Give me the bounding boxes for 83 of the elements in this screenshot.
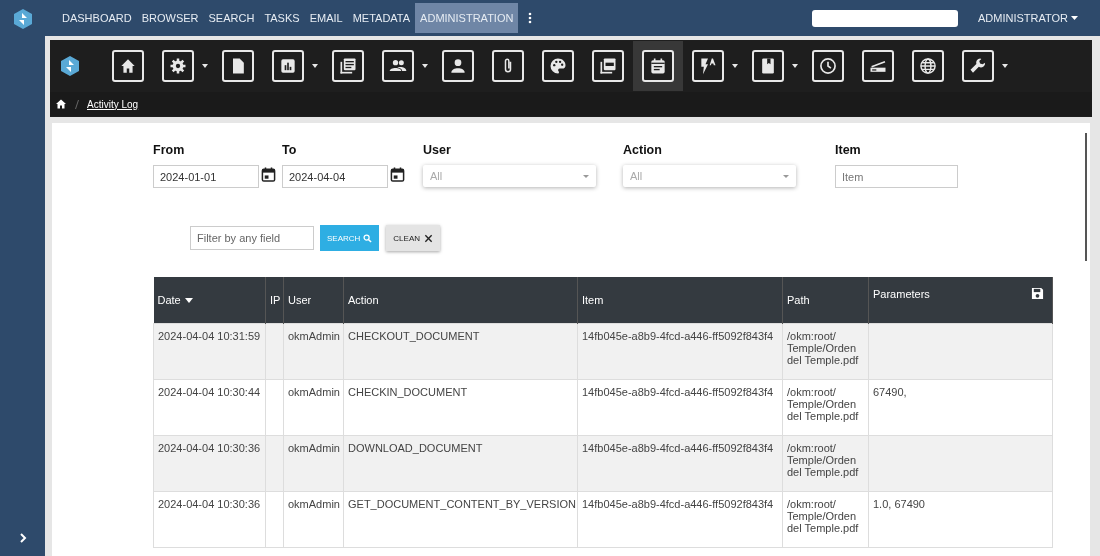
column-header[interactable]: Date <box>153 277 266 324</box>
calendar-icon[interactable] <box>390 167 405 182</box>
table-cell: 14fb045e-a8b9-4fcd-a446-ff5092f843f4 <box>582 442 774 454</box>
logo-icon <box>12 9 33 29</box>
caret-icon[interactable] <box>1071 16 1078 20</box>
gear-icon[interactable] <box>162 50 194 82</box>
table-cell: 67490, <box>873 386 907 398</box>
save-icon[interactable] <box>1031 287 1044 300</box>
caret-icon[interactable] <box>422 64 428 68</box>
field-label: Item <box>835 143 862 157</box>
table-cell: okmAdmin <box>288 498 340 510</box>
table-cell: 2024-04-04 10:30:44 <box>158 386 261 398</box>
nav-tab[interactable]: BROWSER <box>136 3 204 33</box>
close-icon[interactable] <box>424 233 434 243</box>
scrollbar[interactable] <box>1085 133 1087 261</box>
user-icon[interactable] <box>442 50 474 82</box>
scanner-icon[interactable] <box>862 50 894 82</box>
field-label: To <box>282 143 298 157</box>
table-cell: /okm:root/Temple/Orden del Temple.pdf <box>787 330 859 366</box>
column-header[interactable]: User <box>283 277 344 324</box>
table-cell: okmAdmin <box>288 442 340 454</box>
wrench-icon[interactable] <box>962 50 994 82</box>
nav-tab[interactable]: TASKS <box>259 3 305 33</box>
date-field[interactable]: 2024-04-04 <box>282 165 388 188</box>
table-cell: DOWNLOAD_DOCUMENT <box>348 442 483 454</box>
table-cell: /okm:root/Temple/Orden del Temple.pdf <box>787 386 859 422</box>
table-cell: /okm:root/Temple/Orden del Temple.pdf <box>787 442 859 478</box>
globe-icon[interactable] <box>912 50 944 82</box>
nav-tab[interactable]: DASHBOARD <box>57 3 137 33</box>
sort-icon[interactable] <box>184 297 193 303</box>
separator-icon <box>75 99 79 109</box>
column-header[interactable]: Path <box>782 277 869 324</box>
field-label: From <box>153 143 186 157</box>
caret-icon[interactable] <box>792 64 798 68</box>
caret-icon[interactable] <box>202 64 208 68</box>
table-cell: 14fb045e-a8b9-4fcd-a446-ff5092f843f4 <box>582 386 774 398</box>
table-cell: 2024-04-04 10:31:59 <box>158 330 261 342</box>
document-icon[interactable] <box>222 50 254 82</box>
flash-icon[interactable] <box>692 50 724 82</box>
table-cell: CHECKOUT_DOCUMENT <box>348 330 480 342</box>
table-cell: GET_DOCUMENT_CONTENT_BY_VERSION <box>348 498 576 510</box>
table-cell: 14fb045e-a8b9-4fcd-a446-ff5092f843f4 <box>582 330 774 342</box>
column-header[interactable]: Action <box>343 277 578 324</box>
caret-icon[interactable] <box>312 64 318 68</box>
calendar-icon[interactable] <box>261 167 276 182</box>
column-header[interactable]: Item <box>577 277 783 324</box>
table-cell: 2024-04-04 10:30:36 <box>158 442 261 454</box>
home-icon[interactable] <box>55 98 67 110</box>
more-icon[interactable] <box>528 12 533 24</box>
column-header[interactable]: Parameters <box>868 277 1053 324</box>
breadcrumb-link[interactable]: Activity Log <box>87 98 139 110</box>
palette-icon[interactable] <box>542 50 574 82</box>
date-field[interactable]: 2024-01-01 <box>153 165 259 188</box>
table-cell: CHECKIN_DOCUMENT <box>348 386 468 398</box>
table-cell: 14fb045e-a8b9-4fcd-a446-ff5092f843f4 <box>582 498 774 510</box>
pdf-icon[interactable] <box>592 50 624 82</box>
table-cell: okmAdmin <box>288 330 340 342</box>
home-icon[interactable] <box>112 50 144 82</box>
nav-tab[interactable]: SEARCH <box>203 3 260 33</box>
field-label: User <box>423 143 452 157</box>
clean-button[interactable]: CLEAN <box>386 225 441 251</box>
logo-icon <box>60 56 80 76</box>
chart-icon[interactable] <box>272 50 304 82</box>
search-icon[interactable] <box>363 233 373 243</box>
field-label: Action <box>623 143 663 157</box>
table-cell: 2024-04-04 10:30:36 <box>158 498 261 510</box>
clip-icon[interactable] <box>492 50 524 82</box>
nav-tab[interactable]: METADATA <box>347 3 416 33</box>
toolbar-item[interactable] <box>633 41 683 91</box>
search-field[interactable] <box>811 9 958 27</box>
caret-icon[interactable] <box>1002 64 1008 68</box>
nav-tab[interactable]: EMAIL <box>304 3 348 33</box>
user-menu[interactable]: ADMINISTRATOR <box>971 11 1084 25</box>
clock-icon[interactable] <box>812 50 844 82</box>
caret-icon[interactable] <box>732 64 738 68</box>
table-cell: okmAdmin <box>288 386 340 398</box>
table-cell: /okm:root/Temple/Orden del Temple.pdf <box>787 498 859 534</box>
table-cell: 1.0, 67490 <box>873 498 925 510</box>
filter-field[interactable]: Filter by any field <box>190 226 314 250</box>
list-icon[interactable] <box>332 50 364 82</box>
users-icon[interactable] <box>382 50 414 82</box>
item-field[interactable]: Item <box>835 165 958 188</box>
book-icon[interactable] <box>752 50 784 82</box>
